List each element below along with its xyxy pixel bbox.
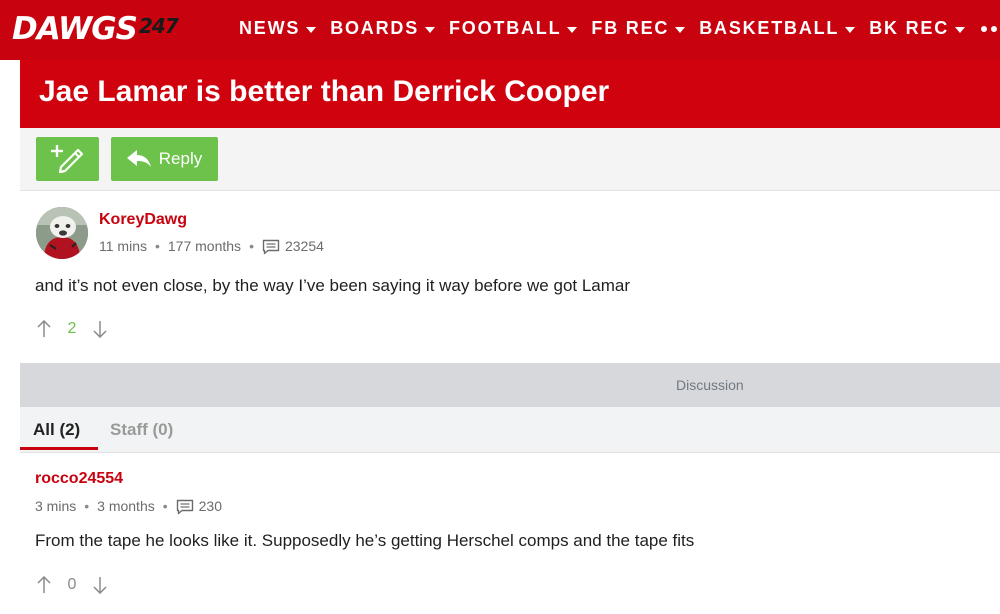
reply-body: From the tape he looks like it. Supposed… [35, 531, 695, 550]
nav-item-label: FB REC [591, 18, 670, 38]
tab-all[interactable]: All (2) [33, 420, 80, 440]
vote-count: 2 [67, 320, 77, 337]
vote-count: 0 [67, 576, 77, 593]
tab-staff[interactable]: Staff (0) [110, 420, 173, 440]
reply-button[interactable]: Reply [111, 137, 218, 181]
nav-item-fb-rec[interactable]: FB REC [591, 18, 686, 39]
nav-item-news[interactable]: NEWS [239, 18, 317, 39]
post-meta: 11 mins • 177 months • 23254 [99, 238, 324, 255]
new-post-button[interactable] [36, 137, 99, 181]
nav-item-basketball[interactable]: BASKETBALL [699, 18, 856, 39]
caret-down-icon [567, 26, 578, 33]
separator-dot: • [84, 498, 90, 514]
left-gutter [0, 60, 20, 614]
arrow-up-icon [37, 576, 51, 593]
avatar[interactable] [36, 207, 88, 259]
reply-time: 3 mins [35, 498, 77, 514]
reply-arrow-icon [126, 150, 151, 167]
caret-down-icon [955, 26, 966, 33]
nav-item-football[interactable]: FOOTBALL [449, 18, 578, 39]
post-count: 23254 [284, 238, 324, 254]
logo-suffix: 247 [139, 14, 179, 38]
caret-down-icon [675, 26, 686, 33]
nav-item-label: FOOTBALL [449, 18, 562, 38]
arrow-down-icon [93, 321, 107, 338]
nav-item-label: NEWS [239, 18, 301, 38]
downvote-button[interactable] [92, 319, 108, 339]
nav-item-bk-rec[interactable]: BK REC [869, 18, 966, 39]
arrow-up-icon [37, 320, 51, 337]
top-nav: DAWGS 247 NEWS BOARDS FOOTBALL FB REC BA… [0, 0, 1000, 60]
nav-item-label: BK REC [869, 18, 950, 38]
post-time: 11 mins [99, 238, 147, 254]
caret-down-icon [425, 26, 436, 33]
member-since: 3 months [97, 498, 155, 514]
separator-dot: • [249, 238, 254, 254]
dot [991, 25, 998, 32]
post-count: 230 [198, 498, 222, 514]
vote-controls: 0 [36, 575, 108, 595]
reply-button-label: Reply [158, 149, 203, 168]
site-logo[interactable]: DAWGS 247 [12, 9, 179, 49]
post-body: and it’s not even close, by the way I’ve… [35, 276, 631, 295]
upvote-button[interactable] [36, 575, 52, 595]
original-post: KoreyDawg 11 mins • 177 months • 23254 a… [20, 192, 1000, 363]
action-bar: Reply [20, 128, 1000, 191]
message-count-icon [176, 499, 193, 515]
caret-down-icon [306, 26, 317, 33]
message-count-icon [262, 239, 280, 255]
post-author[interactable]: KoreyDawg [99, 211, 187, 229]
nav-item-label: BOARDS [330, 18, 420, 38]
logo-wordmark: DAWGS [12, 11, 138, 47]
separator-dot: • [154, 238, 160, 254]
discussion-bar: Discussion [20, 363, 1000, 407]
dot [981, 25, 988, 32]
vote-controls: 2 [36, 319, 108, 339]
reply-filter-tabs: All (2) Staff (0) [20, 407, 1000, 453]
nav-menu: NEWS BOARDS FOOTBALL FB REC BASKETBALL B… [239, 18, 1000, 39]
reply-meta: 3 mins • 3 months • 230 [35, 498, 222, 515]
downvote-button[interactable] [92, 575, 108, 595]
page-title: Jae Lamar is better than Derrick Cooper [39, 75, 610, 108]
arrow-down-icon [93, 577, 107, 594]
reply-post: rocco24554 3 mins • 3 months • 230 From … [20, 454, 1000, 614]
ellipsis-icon[interactable] [981, 25, 1000, 32]
caret-down-icon [845, 26, 856, 33]
member-since: 177 months [167, 238, 242, 254]
new-post-pencil-icon [50, 145, 83, 174]
title-banner: Jae Lamar is better than Derrick Cooper [20, 60, 1000, 128]
discussion-label: Discussion [676, 377, 744, 393]
reply-author[interactable]: rocco24554 [35, 470, 123, 488]
active-tab-indicator [20, 447, 98, 450]
nav-item-boards[interactable]: BOARDS [330, 18, 436, 39]
upvote-button[interactable] [36, 319, 52, 339]
avatar-image [36, 207, 88, 259]
nav-item-label: BASKETBALL [699, 18, 840, 38]
separator-dot: • [162, 498, 168, 514]
